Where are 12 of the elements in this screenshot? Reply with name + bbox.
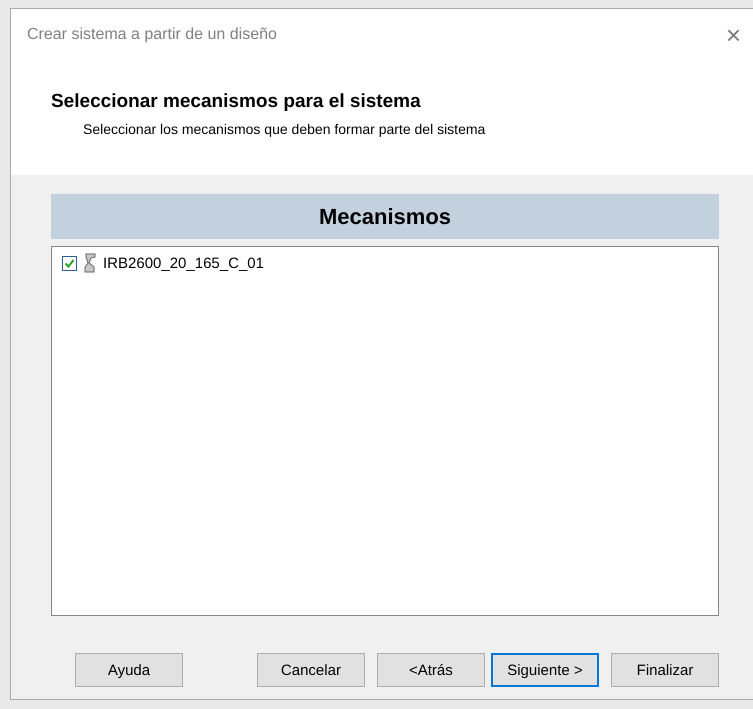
dialog-button[interactable]: Ayuda [75,653,183,687]
dialog-button[interactable]: Siguiente > [490,653,600,687]
window-title: Crear sistema a partir de un diseño [27,26,277,44]
mechanism-name[interactable]: IRB2600_20_165_C_01 [103,254,264,272]
dialog-button[interactable]: <Atrás [376,653,485,687]
page-description: Seleccionar los mecanismos que deben formar parte del sistema [83,121,486,137]
page-heading: Seleccionar mecanismos para el sistema [51,91,422,113]
dialog-button[interactable]: Cancelar [256,653,365,687]
list-heading: Mecanismos [51,194,719,239]
dialog-button[interactable]: Finalizar [611,653,719,687]
close-button[interactable]: × [722,20,745,50]
checkbox[interactable] [62,256,77,270]
